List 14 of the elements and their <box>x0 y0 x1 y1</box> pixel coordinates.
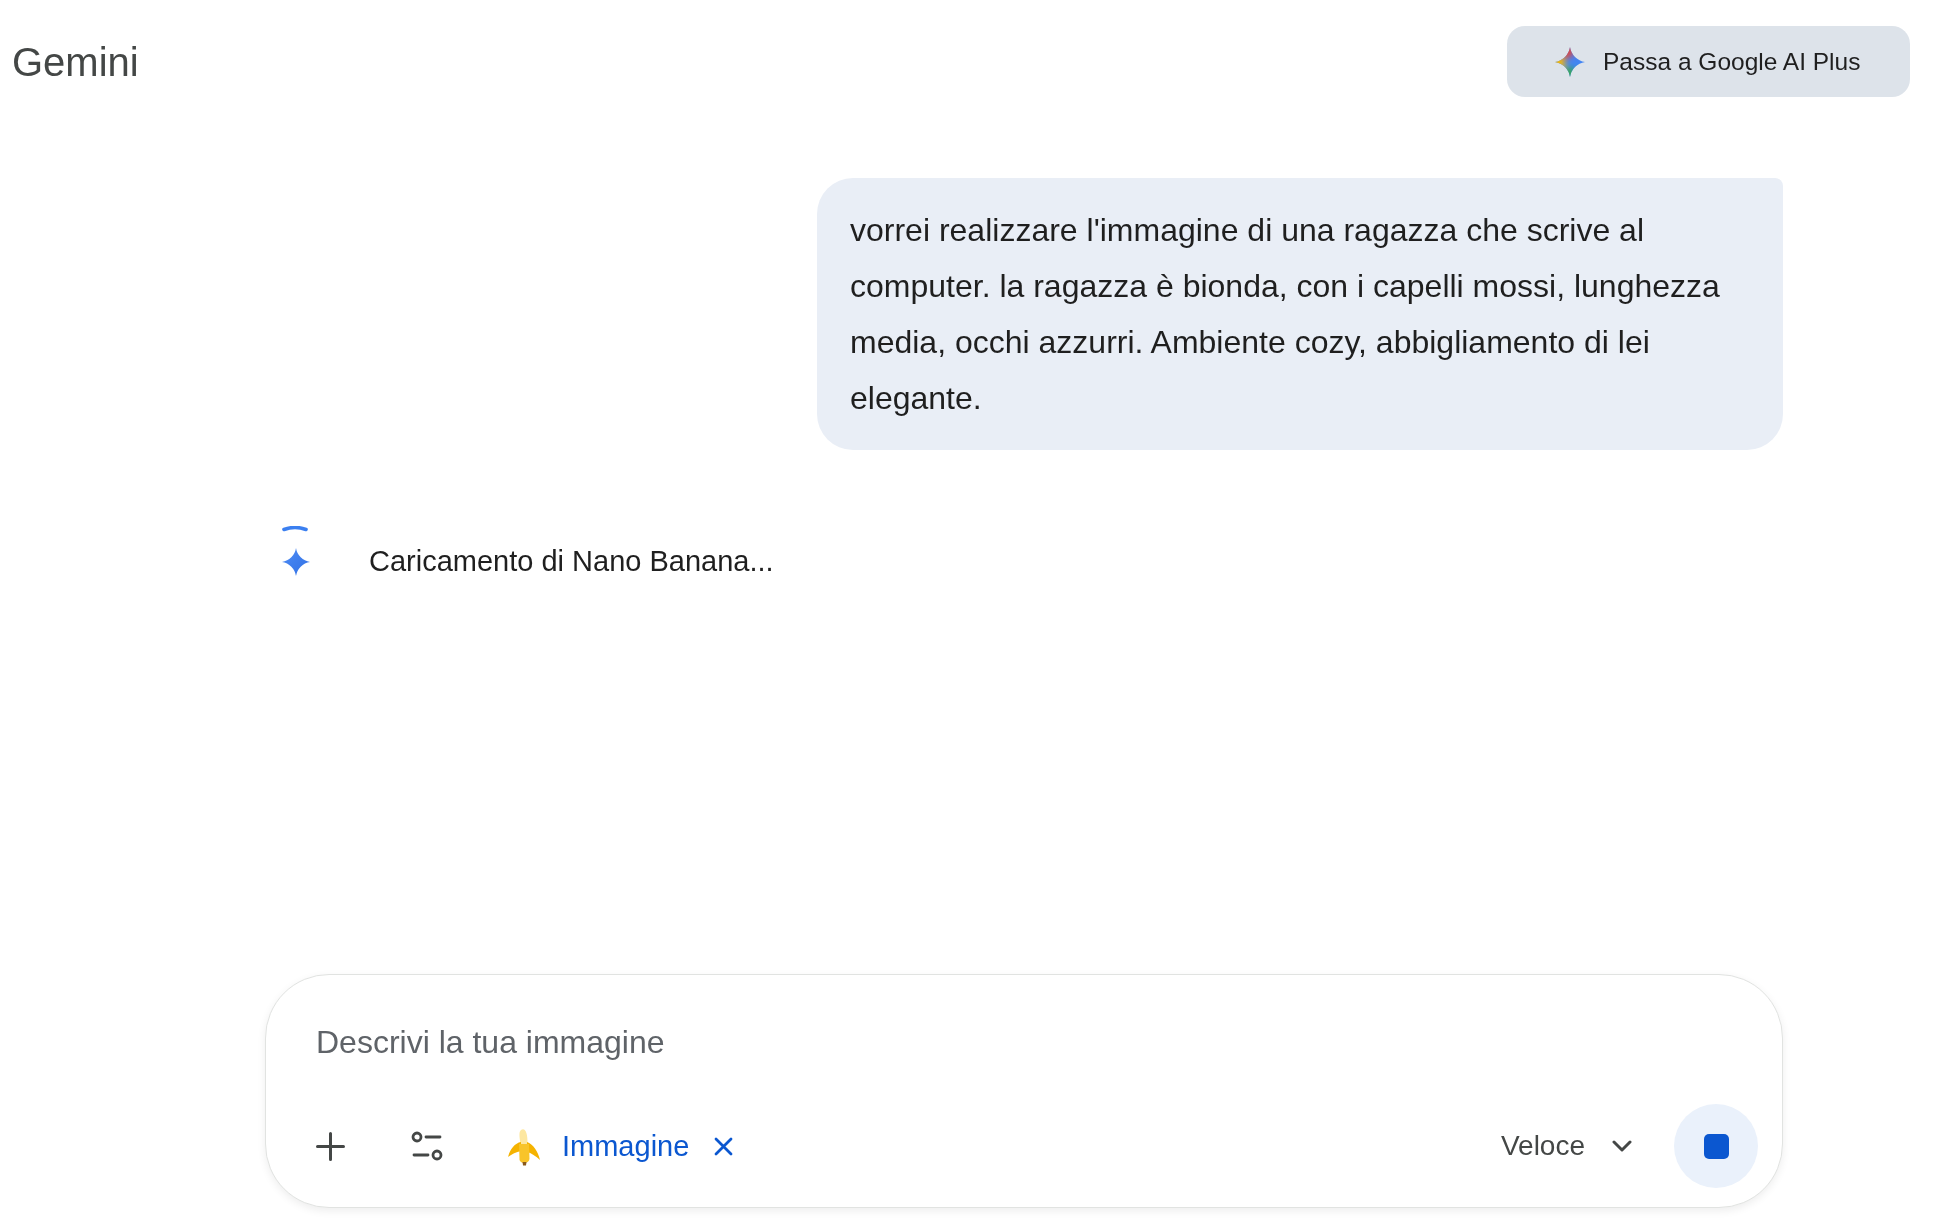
remove-tool-button[interactable] <box>714 1136 734 1156</box>
stop-icon <box>1703 1133 1729 1159</box>
plus-icon <box>315 1131 345 1161</box>
banana-icon <box>507 1126 541 1166</box>
close-icon <box>714 1136 734 1156</box>
chevron-down-icon <box>1612 1140 1632 1152</box>
upgrade-button[interactable]: Passa a Google AI Plus <box>1507 26 1910 97</box>
sliders-icon <box>411 1131 443 1161</box>
loading-status-text: Caricamento di Nano Banana... <box>369 544 774 579</box>
app-title: Gemini <box>12 41 139 82</box>
model-selector[interactable]: Veloce <box>1500 1130 1632 1162</box>
user-message: vorrei realizzare l'immagine di una ragazza che scrive al computer. la ragazza è bionda, con i capelli mossi, lunghezza media, occhi azzurri. Ambiente cozy, abbigliamento di lei elegante. <box>817 178 1783 450</box>
prompt-input-field[interactable]: Descrivi la tua immagine <box>316 1022 1216 1062</box>
image-tool-chip[interactable]: Immagine <box>491 1126 690 1166</box>
